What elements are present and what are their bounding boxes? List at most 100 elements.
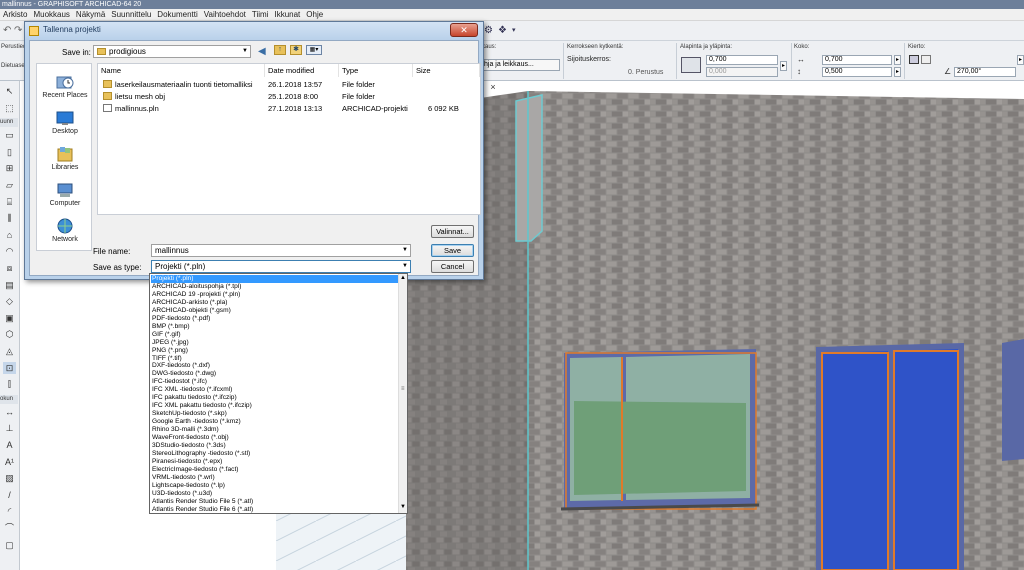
mesh-icon[interactable]: ◬ bbox=[3, 345, 16, 357]
window-icon[interactable]: ⊡ bbox=[3, 361, 16, 374]
file-type-option[interactable]: PNG (*.png) bbox=[151, 347, 398, 355]
file-row[interactable]: lietsu mesh obj 25.1.2018 8:00 File fold… bbox=[98, 91, 480, 102]
stair-icon[interactable]: ⌸ bbox=[3, 196, 16, 208]
file-type-option[interactable]: BMP (*.bmp) bbox=[151, 323, 398, 331]
file-type-option[interactable]: ARCHICAD-aloituspohja (*.tpl) bbox=[151, 283, 398, 291]
file-type-option[interactable]: PDF-tiedosto (*.pdf) bbox=[151, 315, 398, 323]
arrow-right-icon[interactable]: ▸ bbox=[894, 67, 901, 77]
column-name[interactable]: Name bbox=[98, 64, 265, 77]
file-type-option[interactable]: TIFF (*.tif) bbox=[151, 355, 398, 363]
file-type-option[interactable]: 3DStudio-tiedosto (*.3ds) bbox=[151, 442, 398, 450]
mirror-alt-icon[interactable] bbox=[921, 55, 931, 64]
redo-icon[interactable]: ↷ bbox=[14, 25, 22, 36]
view-menu-icon[interactable]: ▦▾ bbox=[306, 45, 322, 55]
slab-icon[interactable]: ▱ bbox=[3, 179, 16, 191]
door-icon[interactable]: ⫿ bbox=[3, 378, 16, 390]
scroll-up-icon[interactable]: ▲ bbox=[400, 275, 406, 281]
file-type-option[interactable]: DXF-tiedosto (*.dxf) bbox=[151, 362, 398, 370]
file-type-option[interactable]: IFC XML pakattu tiedosto (*.ifczip) bbox=[151, 402, 398, 410]
text-icon[interactable]: A bbox=[3, 439, 16, 451]
file-type-dropdown[interactable]: ▲ ≡ ▼ Projekti (*.pln) ARCHICAD-aloituspo… bbox=[149, 273, 408, 514]
file-type-option[interactable]: DWG-tiedosto (*.dwg) bbox=[151, 370, 398, 378]
sill-top-field[interactable]: 0,700 bbox=[706, 55, 778, 65]
scroll-down-icon[interactable]: ▼ bbox=[400, 504, 406, 510]
shell-icon[interactable]: ◠ bbox=[3, 245, 16, 257]
file-type-option[interactable]: SketchUp-tiedosto (*.skp) bbox=[151, 410, 398, 418]
file-type-option[interactable]: Atlantis Render Studio File 5 (*.atl) bbox=[151, 498, 398, 506]
zone-icon[interactable]: ⬡ bbox=[3, 328, 16, 340]
label-icon[interactable]: A¹ bbox=[3, 456, 16, 468]
place-libraries[interactable]: Libraries bbox=[37, 146, 93, 171]
file-name-input[interactable]: mallinnus ▼ bbox=[151, 244, 411, 257]
file-type-option[interactable]: Projekti (*.pln) bbox=[151, 275, 398, 283]
menu-item[interactable]: Suunnittelu bbox=[108, 9, 154, 21]
plan-section-button[interactable]: hja ja leikkaus... bbox=[480, 59, 560, 71]
file-type-option[interactable]: ARCHICAD-objekti (*.gsm) bbox=[151, 307, 398, 315]
file-row[interactable]: laserkeilausmateriaalin tuonti tietomall… bbox=[98, 79, 480, 90]
roof-icon[interactable]: ⌂ bbox=[3, 229, 16, 241]
file-type-option[interactable]: IFC XML -tiedosto (*.ifcxml) bbox=[151, 386, 398, 394]
fill-icon[interactable]: ▨ bbox=[3, 472, 16, 484]
close-button[interactable]: ✕ bbox=[450, 23, 478, 37]
file-type-option[interactable]: ElectricImage-tiedosto (*.fact) bbox=[151, 466, 398, 474]
file-type-option[interactable]: Lightscape-tiedosto (*.lp) bbox=[151, 482, 398, 490]
place-computer[interactable]: Computer bbox=[37, 182, 93, 207]
curtain-wall-icon[interactable]: ▤ bbox=[3, 279, 16, 291]
menu-item[interactable]: Muokkaus bbox=[30, 9, 72, 21]
file-type-option[interactable]: ARCHICAD 19 -projekti (*.pln) bbox=[151, 291, 398, 299]
dropdown-scrollbar[interactable]: ▲ ≡ ▼ bbox=[398, 274, 407, 513]
place-recent[interactable]: Recent Places bbox=[37, 74, 93, 99]
file-type-option[interactable]: JPEG (*.jpg) bbox=[151, 339, 398, 347]
back-icon[interactable]: ◀ bbox=[258, 46, 266, 57]
arrow-right-icon[interactable]: ▸ bbox=[1017, 55, 1024, 65]
place-network[interactable]: Network bbox=[37, 218, 93, 243]
column-type[interactable]: Type bbox=[339, 64, 413, 77]
file-type-option[interactable]: StereoLithography -tiedosto (*.stl) bbox=[151, 450, 398, 458]
skylight-icon[interactable]: ⧈ bbox=[3, 262, 16, 274]
chevron-down-icon[interactable]: ▾ bbox=[512, 26, 516, 34]
height-field[interactable]: 0,500 bbox=[822, 67, 892, 77]
line-icon[interactable]: / bbox=[3, 489, 16, 501]
file-type-option[interactable]: IFC pakattu tiedosto (*.ifczip) bbox=[151, 394, 398, 402]
render-icon[interactable]: ❖ bbox=[498, 25, 507, 36]
width-field[interactable]: 0,700 bbox=[822, 55, 892, 65]
save-type-select[interactable]: Projekti (*.pln) ▼ bbox=[151, 260, 411, 273]
file-type-option[interactable]: Piranesi-tiedosto (*.epx) bbox=[151, 458, 398, 466]
file-type-option[interactable]: Atlantis Render Studio File 6 (*.atl) bbox=[151, 506, 398, 513]
marquee-icon[interactable]: ⬚ bbox=[3, 102, 16, 114]
menu-item[interactable]: Tiimi bbox=[249, 9, 272, 21]
arrow-right-icon[interactable]: ▸ bbox=[894, 55, 901, 65]
file-type-option[interactable]: U3D-tiedosto (*.u3d) bbox=[151, 490, 398, 498]
menu-item[interactable]: Vaihtoehdot bbox=[201, 9, 249, 21]
settings-icon[interactable]: ⚙ bbox=[484, 25, 493, 36]
arc-icon[interactable]: ◜ bbox=[3, 505, 16, 517]
scroll-grip-icon[interactable]: ≡ bbox=[401, 386, 405, 392]
place-desktop[interactable]: Desktop bbox=[37, 110, 93, 135]
polyline-icon[interactable]: ⌒ bbox=[3, 522, 16, 534]
up-folder-icon[interactable]: ↑ bbox=[274, 45, 286, 55]
sill-bottom-field[interactable]: 0,000 bbox=[706, 67, 778, 77]
menu-item[interactable]: Dokumentti bbox=[154, 9, 200, 21]
new-folder-icon[interactable]: ✱ bbox=[290, 45, 302, 55]
file-type-option[interactable]: IFC-tiedostot (*.ifc) bbox=[151, 378, 398, 386]
wall-icon[interactable]: ▭ bbox=[3, 129, 16, 141]
cancel-button[interactable]: Cancel bbox=[431, 260, 474, 273]
arrow-icon[interactable]: ↖ bbox=[3, 85, 16, 97]
railing-icon[interactable]: ⫼ bbox=[3, 212, 16, 224]
file-row[interactable]: mallinnus.pln 27.1.2018 13:13 ARCHICAD-p… bbox=[98, 103, 480, 114]
column-icon[interactable]: ▯ bbox=[3, 146, 16, 158]
sill-icon[interactable] bbox=[681, 57, 701, 73]
morph-icon[interactable]: ◇ bbox=[3, 295, 16, 307]
object-icon[interactable]: ▣ bbox=[3, 312, 16, 324]
column-date[interactable]: Date modified bbox=[265, 64, 339, 77]
menu-item[interactable]: Ikkunat bbox=[271, 9, 303, 21]
column-size[interactable]: Size bbox=[413, 64, 480, 77]
menu-item[interactable]: Ohje bbox=[303, 9, 326, 21]
level-icon[interactable]: ⊥ bbox=[3, 422, 16, 434]
home-story-value[interactable]: 0. Perustus bbox=[628, 69, 663, 76]
mirror-icon[interactable] bbox=[909, 55, 919, 64]
file-type-option[interactable]: Google Earth -tiedosto (*.kmz) bbox=[151, 418, 398, 426]
beam-icon[interactable]: ⊞ bbox=[3, 162, 16, 174]
save-button[interactable]: Save bbox=[431, 244, 474, 257]
options-button[interactable]: Valinnat... bbox=[431, 225, 474, 238]
